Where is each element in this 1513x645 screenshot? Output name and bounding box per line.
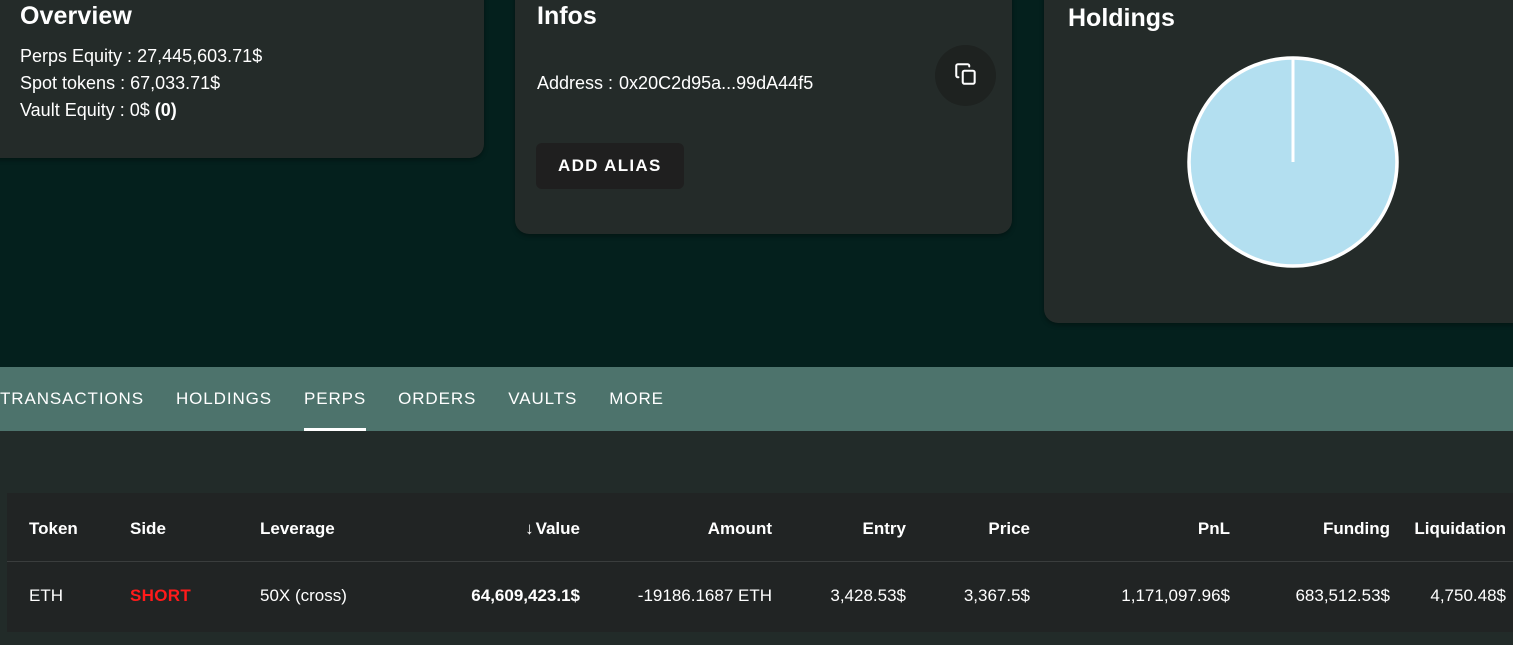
column-header-side[interactable]: Side bbox=[130, 493, 260, 562]
infos-card: Infos Address : 0x20C2d95a...99dA44f5 AD… bbox=[515, 0, 1012, 234]
perps-table-head: Token Side Leverage ↓Value Amount Entry … bbox=[7, 493, 1513, 562]
tab-vaults[interactable]: VAULTS bbox=[492, 367, 593, 431]
overview-spot-tokens-label: Spot tokens : bbox=[20, 73, 125, 93]
column-header-pnl[interactable]: PnL bbox=[1038, 493, 1238, 562]
sort-descending-icon: ↓ bbox=[525, 519, 534, 539]
tab-perps[interactable]: PERPS bbox=[288, 367, 382, 431]
perps-table: Token Side Leverage ↓Value Amount Entry … bbox=[7, 493, 1513, 632]
column-header-entry-label: Entry bbox=[863, 519, 906, 538]
cell-leverage: 50X (cross) bbox=[260, 562, 412, 633]
cell-price: 3,367.5$ bbox=[914, 562, 1038, 633]
column-header-value-label: Value bbox=[536, 519, 580, 538]
column-header-liquidation-label: Liquidation bbox=[1414, 519, 1506, 538]
column-header-amount[interactable]: Amount bbox=[588, 493, 780, 562]
column-header-value[interactable]: ↓Value bbox=[412, 493, 588, 562]
cell-token: ETH bbox=[7, 562, 130, 633]
perps-table-header-row: Token Side Leverage ↓Value Amount Entry … bbox=[7, 493, 1513, 562]
overview-perps-equity-value: 27,445,603.71$ bbox=[137, 46, 262, 66]
overview-perps-equity: Perps Equity : 27,445,603.71$ bbox=[20, 43, 484, 70]
holdings-title: Holdings bbox=[1068, 4, 1513, 33]
overview-vault-equity: Vault Equity : 0$ (0) bbox=[20, 97, 484, 124]
overview-card: Overview Perps Equity : 27,445,603.71$ S… bbox=[0, 0, 484, 158]
address-value: 0x20C2d95a...99dA44f5 bbox=[619, 73, 813, 94]
column-header-amount-label: Amount bbox=[708, 519, 772, 538]
overview-spot-tokens: Spot tokens : 67,033.71$ bbox=[20, 70, 484, 97]
column-header-funding[interactable]: Funding bbox=[1238, 493, 1398, 562]
cell-entry: 3,428.53$ bbox=[780, 562, 914, 633]
overview-vault-equity-count: (0) bbox=[155, 100, 177, 120]
tab-transactions[interactable]: TRANSACTIONS bbox=[0, 367, 160, 431]
pie-svg bbox=[1186, 55, 1400, 269]
add-alias-button[interactable]: ADD ALIAS bbox=[536, 143, 684, 189]
tab-transactions-label: TRANSACTIONS bbox=[0, 389, 144, 409]
tab-vaults-label: VAULTS bbox=[508, 389, 577, 409]
cell-amount: -19186.1687 ETH bbox=[588, 562, 780, 633]
tab-orders[interactable]: ORDERS bbox=[382, 367, 492, 431]
column-header-funding-label: Funding bbox=[1323, 519, 1390, 538]
cell-liquidation: 4,750.48$ bbox=[1398, 562, 1513, 633]
overview-title: Overview bbox=[20, 2, 484, 31]
perps-table-body: ETH SHORT 50X (cross) 64,609,423.1$ -191… bbox=[7, 562, 1513, 633]
dashboard-page: Overview Perps Equity : 27,445,603.71$ S… bbox=[0, 0, 1513, 645]
column-header-leverage-label: Leverage bbox=[260, 519, 335, 538]
tab-more-label: MORE bbox=[609, 389, 664, 409]
column-header-price-label: Price bbox=[988, 519, 1030, 538]
cell-value: 64,609,423.1$ bbox=[412, 562, 588, 633]
column-header-side-label: Side bbox=[130, 519, 166, 538]
copy-address-button[interactable] bbox=[935, 45, 996, 106]
copy-icon bbox=[953, 61, 979, 90]
overview-spot-tokens-value: 67,033.71$ bbox=[130, 73, 220, 93]
overview-perps-equity-label: Perps Equity : bbox=[20, 46, 132, 66]
infos-title: Infos bbox=[537, 2, 990, 31]
side-badge-short: SHORT bbox=[130, 586, 191, 605]
holdings-card: Holdings bbox=[1044, 0, 1513, 323]
column-header-entry[interactable]: Entry bbox=[780, 493, 914, 562]
section-tabs: TRANSACTIONS HOLDINGS PERPS ORDERS VAULT… bbox=[0, 367, 1513, 431]
address-row: Address : 0x20C2d95a...99dA44f5 bbox=[537, 73, 990, 94]
cell-funding: 683,512.53$ bbox=[1238, 562, 1398, 633]
column-header-liquidation[interactable]: Liquidation bbox=[1398, 493, 1513, 562]
perps-table-region: Token Side Leverage ↓Value Amount Entry … bbox=[0, 431, 1513, 645]
column-header-pnl-label: PnL bbox=[1198, 519, 1230, 538]
tab-holdings-label: HOLDINGS bbox=[176, 389, 272, 409]
column-header-token[interactable]: Token bbox=[7, 493, 130, 562]
column-header-token-label: Token bbox=[29, 519, 78, 538]
overview-vault-equity-label: Vault Equity : bbox=[20, 100, 125, 120]
overview-vault-equity-value: 0$ bbox=[130, 100, 150, 120]
tab-orders-label: ORDERS bbox=[398, 389, 476, 409]
tab-holdings[interactable]: HOLDINGS bbox=[160, 367, 288, 431]
column-header-price[interactable]: Price bbox=[914, 493, 1038, 562]
tab-more[interactable]: MORE bbox=[593, 367, 680, 431]
address-label: Address : bbox=[537, 73, 613, 94]
cell-side: SHORT bbox=[130, 562, 260, 633]
tab-perps-label: PERPS bbox=[304, 389, 366, 409]
holdings-pie-chart[interactable] bbox=[1186, 55, 1400, 269]
column-header-leverage[interactable]: Leverage bbox=[260, 493, 412, 562]
table-row[interactable]: ETH SHORT 50X (cross) 64,609,423.1$ -191… bbox=[7, 562, 1513, 633]
cell-pnl: 1,171,097.96$ bbox=[1038, 562, 1238, 633]
